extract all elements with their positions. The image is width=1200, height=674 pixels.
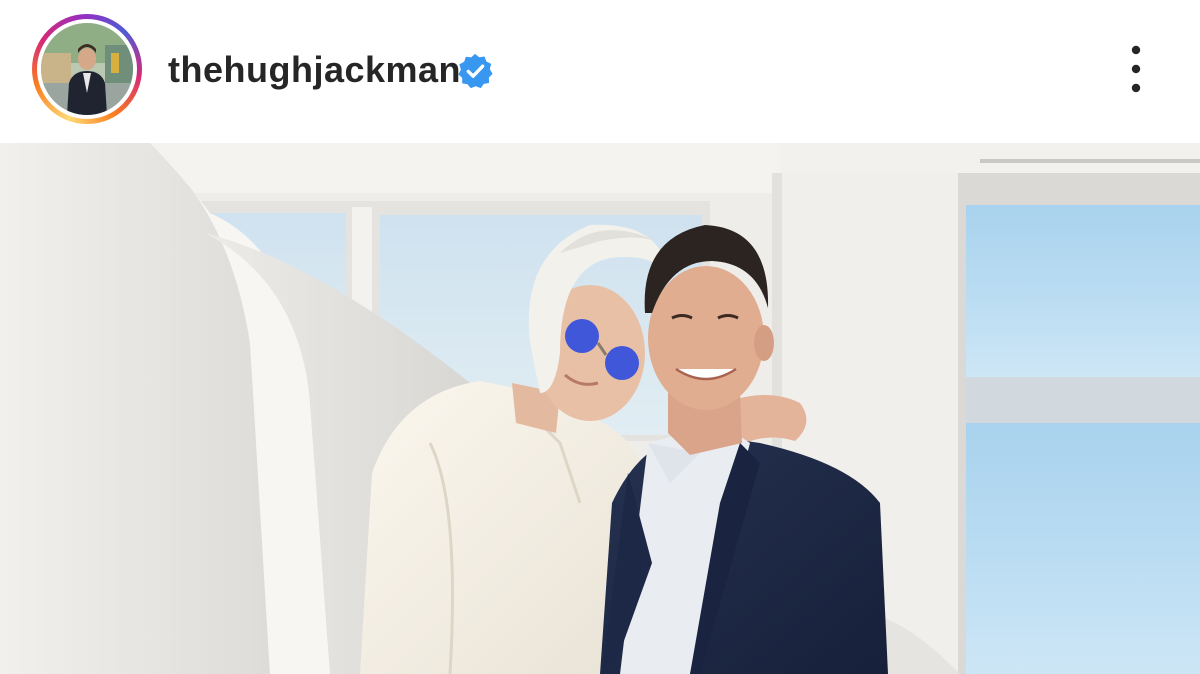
post-username[interactable]: thehughjackman: [168, 46, 461, 94]
post-image: [0, 143, 1200, 674]
post-header: thehughjackman: [0, 0, 1200, 143]
avatar: [41, 23, 133, 115]
more-options-icon[interactable]: [1116, 40, 1156, 100]
story-ring[interactable]: [32, 14, 142, 124]
avatar-photo: [41, 23, 133, 115]
post-photo[interactable]: [0, 143, 1200, 674]
verified-badge-icon: [458, 53, 493, 89]
